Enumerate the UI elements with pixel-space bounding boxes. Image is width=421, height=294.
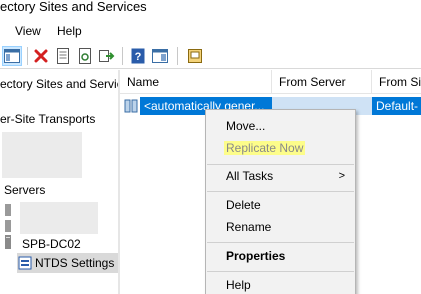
menu-item-replicate-now[interactable]: Replicate Now bbox=[206, 138, 355, 158]
menu-item-all-tasks[interactable]: All Tasks > bbox=[206, 166, 355, 186]
server-icon bbox=[5, 235, 11, 249]
menu-separator bbox=[207, 164, 354, 165]
show-hide-icon bbox=[152, 49, 168, 63]
column-header-row: Name From Server From Sit bbox=[120, 70, 421, 94]
delete-button[interactable] bbox=[31, 46, 51, 66]
cell-from-site: Default- bbox=[372, 97, 421, 115]
context-menu: Move... Replicate Now All Tasks > Delete… bbox=[205, 109, 356, 294]
menu-separator bbox=[207, 271, 354, 272]
export-icon bbox=[99, 50, 115, 62]
menu-separator bbox=[207, 242, 354, 243]
connection-icon bbox=[124, 99, 138, 113]
help-button[interactable]: ? bbox=[128, 46, 148, 66]
column-header-from-site[interactable]: From Sit bbox=[372, 70, 421, 94]
menu-item-delete[interactable]: Delete bbox=[206, 195, 355, 215]
column-header-from-server[interactable]: From Server bbox=[272, 70, 372, 94]
menu-item-properties[interactable]: Properties bbox=[206, 246, 355, 266]
all-tasks-label: All Tasks bbox=[226, 169, 274, 183]
column-header-name[interactable]: Name bbox=[120, 70, 272, 94]
submenu-arrow-icon: > bbox=[338, 170, 345, 182]
toolbar-separator bbox=[27, 47, 28, 65]
console-tree-icon bbox=[4, 49, 20, 63]
tree-item-inter-site-transports[interactable]: er-Site Transports bbox=[0, 112, 95, 126]
connect-button[interactable] bbox=[185, 46, 205, 66]
menu-view[interactable]: View bbox=[15, 24, 41, 38]
redacted-region bbox=[2, 132, 82, 178]
properties-icon bbox=[57, 48, 69, 64]
server-icon bbox=[5, 204, 11, 232]
properties-button[interactable] bbox=[53, 46, 73, 66]
show-hide-button[interactable] bbox=[150, 46, 170, 66]
help-icon: ? bbox=[131, 48, 145, 64]
toolbar: ? bbox=[0, 43, 421, 69]
console-tree-button[interactable] bbox=[2, 46, 22, 66]
title-bar: ectory Sites and Services bbox=[0, 0, 421, 18]
window-title: ectory Sites and Services bbox=[0, 0, 147, 14]
menu-item-rename[interactable]: Rename bbox=[206, 217, 355, 237]
menu-bar: View Help bbox=[0, 20, 421, 42]
ntds-settings-icon bbox=[18, 256, 32, 270]
menu-separator bbox=[207, 191, 354, 192]
delete-icon bbox=[34, 49, 48, 63]
tree-item-servers[interactable]: Servers bbox=[4, 183, 45, 197]
tree-item-server[interactable]: SPB-DC02 bbox=[22, 237, 81, 251]
menu-item-help[interactable]: Help bbox=[206, 275, 355, 294]
redacted-region bbox=[20, 202, 98, 234]
export-list-button[interactable] bbox=[97, 46, 117, 66]
tree-item-ntds-settings[interactable]: NTDS Settings bbox=[17, 253, 118, 273]
menu-item-move[interactable]: Move... bbox=[206, 116, 355, 136]
tree-item-root[interactable]: ectory Sites and Servic bbox=[0, 77, 118, 91]
ntds-settings-label: NTDS Settings bbox=[35, 256, 115, 270]
menu-help[interactable]: Help bbox=[57, 24, 82, 38]
svg-text:?: ? bbox=[135, 51, 142, 63]
toolbar-separator bbox=[177, 47, 178, 65]
replicate-now-label: Replicate Now bbox=[224, 141, 306, 155]
refresh-icon bbox=[79, 48, 91, 64]
connect-icon bbox=[188, 49, 202, 63]
refresh-button[interactable] bbox=[75, 46, 95, 66]
toolbar-separator bbox=[122, 47, 123, 65]
